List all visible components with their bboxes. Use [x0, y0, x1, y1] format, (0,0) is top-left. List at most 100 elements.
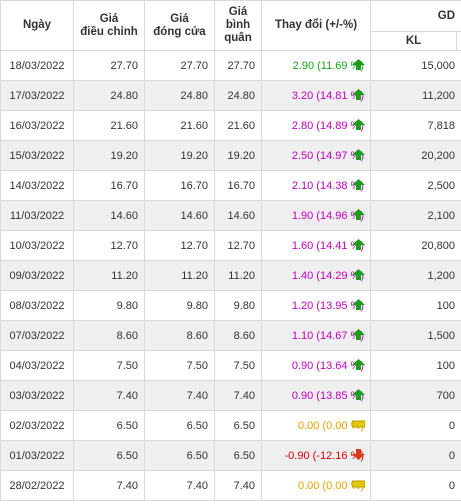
volume-cell: 20,800	[370, 230, 461, 261]
volume-cell: 11,200	[370, 80, 461, 111]
col-adjusted-header[interactable]: Giá điều chỉnh	[73, 0, 145, 51]
arrow-up-icon	[352, 179, 365, 190]
date-cell: 15/03/2022	[0, 140, 74, 171]
close-price-cell: 7.40	[144, 470, 215, 501]
arrow-up-icon	[352, 299, 365, 310]
volume-cell: 2,500	[370, 170, 461, 201]
col-gd-header: GD	[370, 0, 461, 32]
average-price-cell: 24.80	[214, 80, 262, 111]
table-row: 18/03/2022 27.70 27.70 27.70 2.90 (11.69 %) 1…	[0, 50, 461, 81]
date-cell: 16/03/2022	[0, 110, 74, 141]
average-price-cell: 7.40	[214, 380, 262, 411]
table-row: 04/03/2022 7.50 7.50 7.50 0.90 (13.64 %) 100	[0, 350, 461, 381]
col-close-header[interactable]: Giá đóng cửa	[144, 0, 215, 51]
average-price-cell: 12.70	[214, 230, 262, 261]
volume-cell: 700	[370, 380, 461, 411]
close-price-cell: 12.70	[144, 230, 215, 261]
table-row: 07/03/2022 8.60 8.60 8.60 1.10 (14.67 %) 1,50…	[0, 320, 461, 351]
volume-cell: 100	[370, 350, 461, 381]
col-volume-header[interactable]: KL	[370, 31, 457, 51]
adjusted-price-cell: 27.70	[73, 50, 145, 81]
average-price-cell: 9.80	[214, 290, 262, 321]
date-cell: 07/03/2022	[0, 320, 74, 351]
table-row: 15/03/2022 19.20 19.20 19.20 2.50 (14.97 %) 2…	[0, 140, 461, 171]
date-cell: 10/03/2022	[0, 230, 74, 261]
close-price-cell: 9.80	[144, 290, 215, 321]
arrow-up-icon	[352, 389, 365, 400]
average-price-cell: 21.60	[214, 110, 262, 141]
volume-cell: 7,818	[370, 110, 461, 141]
change-cell: 0.00 (0.00 %)	[261, 470, 371, 501]
date-cell: 14/03/2022	[0, 170, 74, 201]
table-row: 14/03/2022 16.70 16.70 16.70 2.10 (14.38 %) 2…	[0, 170, 461, 201]
change-cell: 2.90 (11.69 %)	[261, 50, 371, 81]
change-cell: 1.20 (13.95 %)	[261, 290, 371, 321]
table-row: 08/03/2022 9.80 9.80 9.80 1.20 (13.95 %) 100	[0, 290, 461, 321]
flat-icon	[352, 479, 365, 490]
close-price-cell: 27.70	[144, 50, 215, 81]
arrow-up-icon	[352, 149, 365, 160]
close-price-cell: 21.60	[144, 110, 215, 141]
date-cell: 17/03/2022	[0, 80, 74, 111]
adjusted-price-cell: 21.60	[73, 110, 145, 141]
date-cell: 28/02/2022	[0, 470, 74, 501]
average-price-cell: 11.20	[214, 260, 262, 291]
table-row: 10/03/2022 12.70 12.70 12.70 1.60 (14.41 %) 2…	[0, 230, 461, 261]
adjusted-price-cell: 11.20	[73, 260, 145, 291]
close-price-cell: 11.20	[144, 260, 215, 291]
change-cell: 1.90 (14.96 %)	[261, 200, 371, 231]
volume-cell: 0	[370, 410, 461, 441]
arrow-up-icon	[352, 239, 365, 250]
adjusted-price-cell: 12.70	[73, 230, 145, 261]
arrow-up-icon	[352, 209, 365, 220]
adjusted-price-cell: 24.80	[73, 80, 145, 111]
volume-cell: 1,500	[370, 320, 461, 351]
change-cell: 0.00 (0.00 %)	[261, 410, 371, 441]
flat-icon	[352, 419, 365, 430]
arrow-up-icon	[352, 269, 365, 280]
adjusted-price-cell: 14.60	[73, 200, 145, 231]
change-cell: 1.10 (14.67 %)	[261, 320, 371, 351]
close-price-cell: 19.20	[144, 140, 215, 171]
close-price-cell: 7.40	[144, 380, 215, 411]
table-row: 17/03/2022 24.80 24.80 24.80 3.20 (14.81 %) 1…	[0, 80, 461, 111]
adjusted-price-cell: 7.40	[73, 380, 145, 411]
date-cell: 09/03/2022	[0, 260, 74, 291]
arrow-down-icon	[352, 449, 365, 460]
average-price-cell: 8.60	[214, 320, 262, 351]
change-cell: 1.40 (14.29 %)	[261, 260, 371, 291]
col-extra-header	[456, 31, 461, 51]
volume-cell: 100	[370, 290, 461, 321]
table-row: 03/03/2022 7.40 7.40 7.40 0.90 (13.85 %) 700	[0, 380, 461, 411]
arrow-up-icon	[352, 329, 365, 340]
change-cell: 0.90 (13.64 %)	[261, 350, 371, 381]
close-price-cell: 7.50	[144, 350, 215, 381]
date-cell: 11/03/2022	[0, 200, 74, 231]
close-price-cell: 16.70	[144, 170, 215, 201]
adjusted-price-cell: 7.40	[73, 470, 145, 501]
header-row-top: Ngày Giá điều chỉnh Giá đóng cửa Giá bìn…	[0, 0, 461, 51]
table-row: 28/02/2022 7.40 7.40 7.40 0.00 (0.00 %) 0	[0, 470, 461, 501]
close-price-cell: 8.60	[144, 320, 215, 351]
adjusted-price-cell: 9.80	[73, 290, 145, 321]
price-history-table: Ngày Giá điều chỉnh Giá đóng cửa Giá bìn…	[0, 0, 461, 501]
col-change-header[interactable]: Thay đổi (+/-%)	[261, 0, 371, 51]
date-cell: 04/03/2022	[0, 350, 74, 381]
average-price-cell: 19.20	[214, 140, 262, 171]
table-row: 01/03/2022 6.50 6.50 6.50 -0.90 (-12.16 %) 0	[0, 440, 461, 471]
volume-cell: 1,200	[370, 260, 461, 291]
col-average-header[interactable]: Giá bình quân	[214, 0, 262, 51]
arrow-up-icon	[352, 89, 365, 100]
date-cell: 02/03/2022	[0, 410, 74, 441]
change-cell: 2.80 (14.89 %)	[261, 110, 371, 141]
change-cell: -0.90 (-12.16 %)	[261, 440, 371, 471]
col-date-header[interactable]: Ngày	[0, 0, 74, 51]
change-cell: 2.50 (14.97 %)	[261, 140, 371, 171]
close-price-cell: 6.50	[144, 440, 215, 471]
close-price-cell: 14.60	[144, 200, 215, 231]
date-cell: 08/03/2022	[0, 290, 74, 321]
table-row: 16/03/2022 21.60 21.60 21.60 2.80 (14.89 %) 7…	[0, 110, 461, 141]
average-price-cell: 14.60	[214, 200, 262, 231]
change-cell: 0.90 (13.85 %)	[261, 380, 371, 411]
volume-cell: 2,100	[370, 200, 461, 231]
